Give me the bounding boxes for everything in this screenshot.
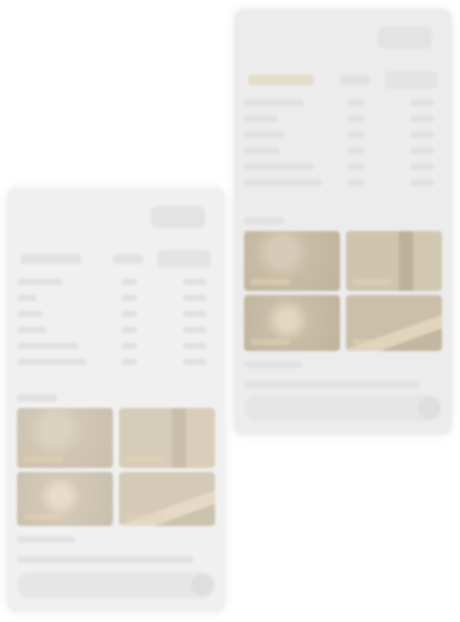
caption-line <box>244 381 420 388</box>
header-button[interactable] <box>151 206 205 228</box>
table-cell <box>17 311 43 317</box>
table-cell <box>183 295 207 301</box>
photo-tile[interactable] <box>119 408 215 468</box>
photo-tile[interactable] <box>17 408 113 468</box>
tab-item[interactable] <box>248 75 314 85</box>
table-cell <box>410 100 434 106</box>
table-cell <box>348 148 364 154</box>
app-screen-front <box>7 188 225 612</box>
table-cell <box>244 148 280 154</box>
send-icon[interactable] <box>418 397 440 419</box>
photo-tile[interactable] <box>244 295 340 351</box>
table-cell <box>348 100 364 106</box>
table-cell <box>348 132 364 138</box>
send-icon[interactable] <box>191 574 213 596</box>
table-cell <box>244 100 304 106</box>
table-cell <box>183 327 207 333</box>
photo-caption <box>23 514 63 520</box>
photo-caption <box>125 456 165 462</box>
table-cell <box>244 116 278 122</box>
table-cell <box>121 327 137 333</box>
table-cell <box>121 295 137 301</box>
photo-caption <box>352 339 392 345</box>
table-cell <box>17 295 37 301</box>
photo-caption <box>352 279 392 285</box>
table-row <box>17 338 215 354</box>
table-row <box>244 159 442 175</box>
caption-line <box>17 556 193 563</box>
screen-header <box>234 27 452 53</box>
tab-bar <box>17 250 215 270</box>
header-button[interactable] <box>378 27 432 49</box>
table-cell <box>410 180 434 186</box>
table-row <box>17 354 215 370</box>
app-screen-back <box>234 9 452 435</box>
table-cell <box>17 279 63 285</box>
tab-item-active[interactable] <box>157 250 211 268</box>
data-table <box>244 95 442 191</box>
gallery-label <box>244 217 284 225</box>
tab-item[interactable] <box>340 75 370 85</box>
table-cell <box>244 180 322 186</box>
tab-item[interactable] <box>21 254 81 264</box>
table-cell <box>17 359 87 365</box>
table-row <box>17 306 215 322</box>
message-composer <box>244 395 442 421</box>
table-row <box>244 111 442 127</box>
photo-tile[interactable] <box>244 231 340 291</box>
table-cell <box>410 132 434 138</box>
caption-line <box>244 361 302 368</box>
photo-tile[interactable] <box>119 472 215 526</box>
table-cell <box>410 116 434 122</box>
tab-item[interactable] <box>113 254 143 264</box>
photo-caption <box>125 514 165 520</box>
table-row <box>244 143 442 159</box>
table-cell <box>183 311 207 317</box>
table-cell <box>244 164 314 170</box>
table-cell <box>410 164 434 170</box>
table-cell <box>183 279 207 285</box>
table-cell <box>183 359 207 365</box>
table-cell <box>121 279 137 285</box>
tab-bar <box>244 71 442 91</box>
photo-tile[interactable] <box>17 472 113 526</box>
screen-header <box>7 206 225 232</box>
table-cell <box>410 148 434 154</box>
table-cell <box>348 164 364 170</box>
table-cell <box>348 180 364 186</box>
message-input[interactable] <box>27 584 190 586</box>
table-row <box>17 290 215 306</box>
message-composer <box>17 572 215 598</box>
table-cell <box>121 359 137 365</box>
table-cell <box>244 132 284 138</box>
table-row <box>244 95 442 111</box>
table-cell <box>348 116 364 122</box>
tab-item-active[interactable] <box>384 71 438 89</box>
photo-tile[interactable] <box>346 295 442 351</box>
table-cell <box>121 343 137 349</box>
photo-tile[interactable] <box>346 231 442 291</box>
table-cell <box>183 343 207 349</box>
photo-caption <box>250 339 290 345</box>
table-row <box>244 175 442 191</box>
table-row <box>17 322 215 338</box>
caption-line <box>17 536 75 543</box>
data-table <box>17 274 215 370</box>
table-cell <box>121 311 137 317</box>
table-row <box>244 127 442 143</box>
photo-caption <box>23 456 63 462</box>
gallery-label <box>17 394 57 402</box>
message-input[interactable] <box>254 407 417 409</box>
table-row <box>17 274 215 290</box>
table-cell <box>17 343 79 349</box>
photo-caption <box>250 279 290 285</box>
table-cell <box>17 327 47 333</box>
